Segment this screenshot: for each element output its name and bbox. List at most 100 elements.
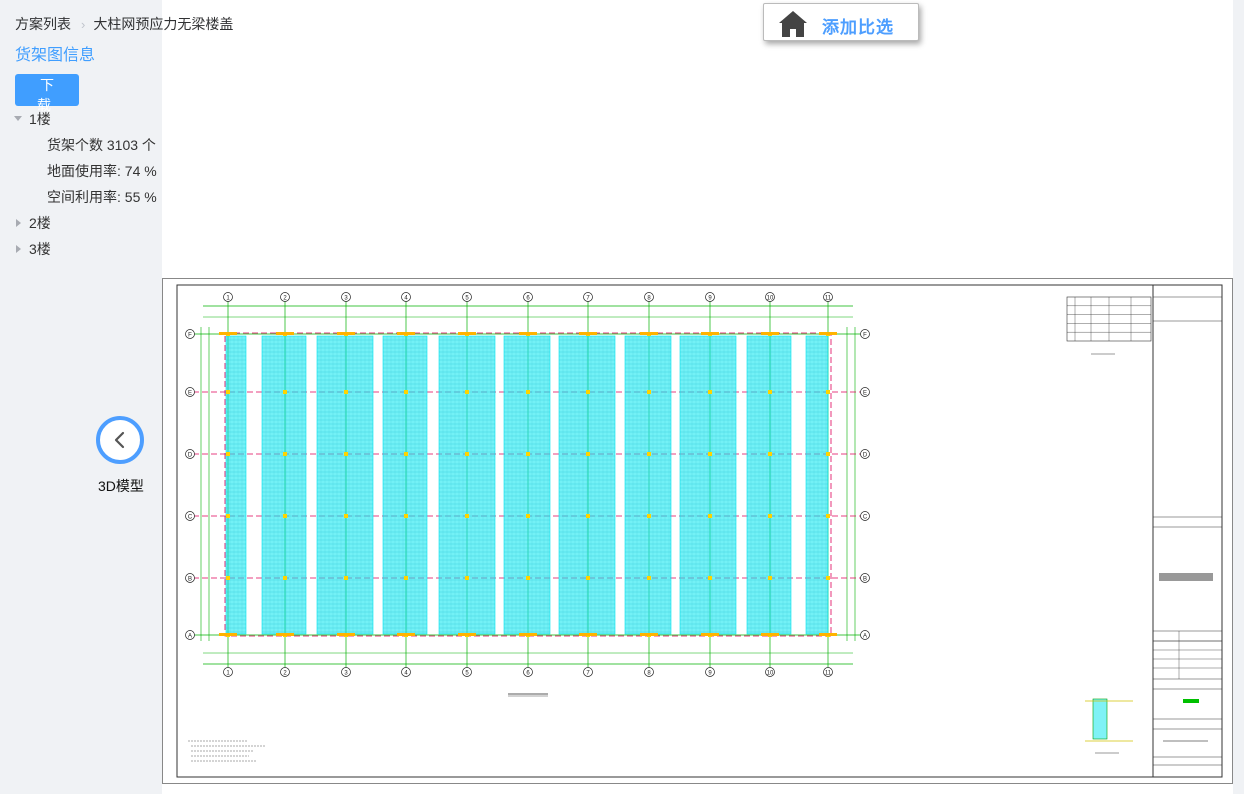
column-pillar	[344, 452, 348, 456]
row-bubble-right-label: B	[863, 576, 867, 582]
edge-mark	[819, 332, 837, 335]
column-pillar	[404, 576, 408, 580]
row-bubble-left-label: E	[188, 390, 192, 396]
edge-mark	[640, 332, 658, 335]
column-pillar	[708, 390, 712, 394]
edge-mark	[519, 633, 537, 636]
caret-right-icon[interactable]	[16, 245, 21, 253]
column-bubble-top-label: 11	[825, 295, 832, 301]
title-block	[1153, 296, 1222, 766]
row-bubble-left-label: F	[188, 332, 192, 338]
column-pillar	[768, 390, 772, 394]
edge-mark	[458, 633, 476, 636]
edge-mark	[397, 633, 415, 636]
rack-block	[261, 335, 307, 635]
row-bubble-left-label: A	[188, 633, 192, 639]
row-bubble-right-label: A	[863, 633, 867, 639]
row-bubble-left-label: B	[188, 576, 192, 582]
column-pillar	[283, 576, 287, 580]
column-pillar	[465, 452, 469, 456]
row-bubble-left-label: C	[188, 514, 193, 520]
breadcrumb: 方案列表 › 大柱网预应力无梁楼盖	[15, 14, 233, 34]
rack-block	[746, 335, 792, 635]
company-logo-mark	[1159, 573, 1213, 581]
row-bubble-left-label: D	[188, 452, 193, 458]
tree-node-label: 1楼	[29, 111, 51, 127]
column-pillar	[708, 576, 712, 580]
rack-block	[225, 335, 247, 635]
detail-sketch	[1085, 698, 1133, 754]
column-pillar	[283, 452, 287, 456]
rack-block	[503, 335, 551, 635]
column-pillar	[708, 452, 712, 456]
column-pillar	[647, 452, 651, 456]
row-bubble-right-label: D	[863, 452, 868, 458]
green-stamp-mark	[1183, 699, 1199, 703]
column-pillar	[647, 576, 651, 580]
model-back-button[interactable]	[96, 416, 144, 464]
column-pillar	[708, 514, 712, 518]
add-compare-button[interactable]: 添加比选	[763, 3, 919, 41]
edge-mark	[761, 633, 779, 636]
edge-mark	[640, 633, 658, 636]
chevron-left-icon	[114, 431, 125, 449]
column-pillar	[768, 452, 772, 456]
edge-mark	[579, 332, 597, 335]
column-pillar	[404, 452, 408, 456]
column-bubble-top-label: 10	[767, 295, 774, 301]
column-pillar	[647, 514, 651, 518]
column-pillar	[404, 390, 408, 394]
rack-block	[382, 335, 428, 635]
edge-mark	[276, 633, 294, 636]
panel-title: 货架图信息	[15, 47, 96, 64]
column-pillar	[226, 390, 230, 394]
cad-drawing-viewer[interactable]: 1 1 2 2 3 3 4 4 5 5 6 6 7 7 8 8 9 9 10 10 11 11 F F E E D D C C B B A A	[162, 278, 1233, 784]
edge-mark	[458, 332, 476, 335]
column-pillar	[344, 576, 348, 580]
column-bubble-bottom-label: 10	[767, 670, 774, 676]
rack-block	[805, 335, 829, 635]
breadcrumb-root-link[interactable]: 方案列表	[15, 14, 71, 34]
column-pillar	[586, 576, 590, 580]
column-pillar	[586, 452, 590, 456]
edge-mark	[519, 332, 537, 335]
column-pillar	[647, 390, 651, 394]
cad-drawing: 11223344556677889910101111F FE ED DC CB BA A	[176, 284, 1223, 778]
stat-rack-count: 货架个数 3103 个	[47, 137, 156, 153]
breadcrumb-current: 大柱网预应力无梁楼盖	[93, 16, 234, 32]
column-pillar	[344, 390, 348, 394]
column-pillar	[826, 390, 830, 394]
model-label: 3D模型	[98, 478, 144, 494]
column-pillar	[826, 452, 830, 456]
column-bubble-bottom-label: 11	[825, 670, 832, 676]
edge-mark	[219, 332, 237, 335]
column-pillar	[465, 390, 469, 394]
column-pillar	[826, 514, 830, 518]
column-pillar	[586, 390, 590, 394]
add-compare-label: 添加比选	[822, 18, 894, 37]
detail-rack	[1092, 698, 1108, 740]
rack-blocks	[219, 332, 837, 637]
edge-mark	[276, 332, 294, 335]
column-pillar	[226, 514, 230, 518]
column-pillar	[768, 576, 772, 580]
caret-down-icon[interactable]	[14, 116, 22, 121]
drawing-notes	[188, 740, 266, 762]
column-pillar	[226, 576, 230, 580]
edge-mark	[761, 332, 779, 335]
caret-right-icon[interactable]	[16, 219, 21, 227]
home-icon	[779, 11, 807, 37]
edge-mark	[701, 332, 719, 335]
column-pillar	[826, 576, 830, 580]
column-pillar	[404, 514, 408, 518]
tree-node-label: 2楼	[29, 215, 51, 231]
download-button[interactable]: 下 载	[15, 74, 79, 113]
column-pillar	[283, 514, 287, 518]
column-pillar	[283, 390, 287, 394]
stat-floor-usage: 地面使用率: 74 %	[47, 163, 157, 179]
tree-node-label: 3楼	[29, 241, 51, 257]
legend-table	[1066, 296, 1152, 355]
column-pillar	[526, 514, 530, 518]
edge-mark	[337, 633, 355, 636]
column-pillar	[586, 514, 590, 518]
